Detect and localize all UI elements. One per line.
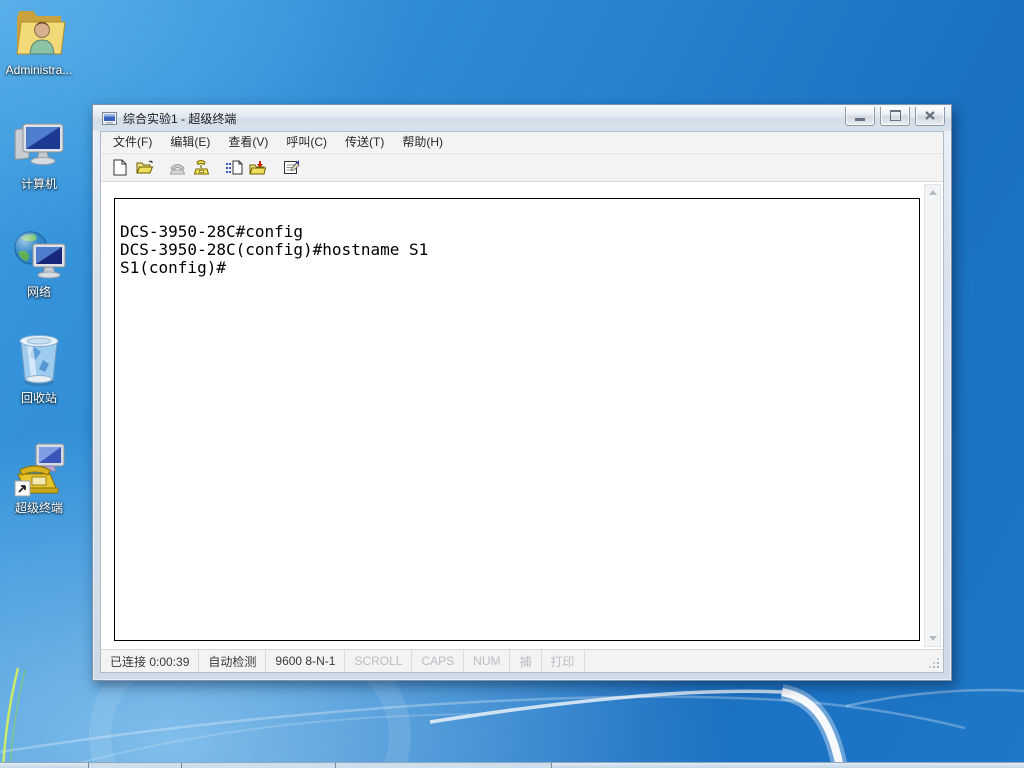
menu-help[interactable]: 帮助(H) bbox=[393, 132, 452, 153]
terminal-line: DCS-3950-28C(config)#hostname S1 bbox=[120, 240, 429, 259]
properties-button[interactable] bbox=[279, 156, 303, 179]
taskbar[interactable] bbox=[0, 762, 1024, 768]
window-title: 综合实验1 - 超级终端 bbox=[123, 111, 237, 126]
desktop: Administra... 计算机 网络 回收站 超级终端 综合实验1 - 超级… bbox=[0, 0, 1024, 768]
terminal-screen[interactable]: DCS-3950-28C#config DCS-3950-28C(config)… bbox=[114, 198, 920, 641]
taskbar-item[interactable] bbox=[88, 763, 182, 768]
disconnect-button[interactable] bbox=[189, 156, 213, 179]
desktop-icon-network[interactable]: 网络 bbox=[0, 226, 78, 299]
desktop-icon-label: 回收站 bbox=[20, 391, 57, 405]
terminal-line: S1(config)# bbox=[120, 258, 226, 277]
status-detection: 自动检测 bbox=[199, 650, 267, 672]
desktop-icon-recycle-bin[interactable]: 回收站 bbox=[0, 330, 78, 405]
maximize-button[interactable] bbox=[880, 106, 910, 126]
menu-transfer[interactable]: 传送(T) bbox=[336, 132, 393, 153]
window-client-area: 文件(F) 编辑(E) 查看(V) 呼叫(C) 传送(T) 帮助(H) DCS-… bbox=[100, 131, 944, 673]
user-folder-icon bbox=[16, 11, 66, 55]
send-button[interactable] bbox=[222, 156, 246, 179]
maximize-icon bbox=[889, 110, 901, 121]
status-num: NUM bbox=[464, 650, 511, 672]
status-scroll: SCROLL bbox=[345, 650, 413, 672]
minimize-icon bbox=[855, 117, 865, 121]
desktop-icon-label: Administra... bbox=[5, 63, 73, 77]
new-connection-button[interactable] bbox=[108, 156, 132, 179]
scroll-up-button[interactable] bbox=[925, 185, 940, 200]
terminal-view: DCS-3950-28C#config DCS-3950-28C(config)… bbox=[101, 182, 943, 649]
receive-button[interactable] bbox=[246, 156, 270, 179]
app-icon bbox=[102, 111, 117, 125]
menu-call[interactable]: 呼叫(C) bbox=[277, 132, 336, 153]
arrow-down-icon bbox=[928, 636, 937, 641]
new-file-icon bbox=[113, 159, 127, 176]
network-icon bbox=[14, 231, 66, 279]
call-icon bbox=[169, 163, 185, 174]
hyperterminal-icon bbox=[14, 443, 65, 497]
vertical-scrollbar[interactable] bbox=[924, 184, 941, 647]
send-file-icon bbox=[226, 160, 243, 175]
menu-view[interactable]: 查看(V) bbox=[219, 132, 277, 153]
taskbar-item[interactable] bbox=[181, 763, 336, 768]
computer-icon bbox=[14, 123, 64, 165]
menu-bar: 文件(F) 编辑(E) 查看(V) 呼叫(C) 传送(T) 帮助(H) bbox=[101, 132, 943, 154]
title-bar[interactable]: 综合实验1 - 超级终端 bbox=[93, 105, 951, 131]
recycle-bin-icon bbox=[19, 335, 59, 386]
disconnect-icon bbox=[193, 160, 209, 175]
hyperterminal-window: 综合实验1 - 超级终端 文件(F) 编辑(E) 查看(V) 呼叫(C) 传送(… bbox=[92, 104, 952, 681]
desktop-icon-label: 计算机 bbox=[20, 177, 57, 191]
resize-grip-icon[interactable] bbox=[937, 666, 939, 668]
desktop-icon-administrator[interactable]: Administra... bbox=[0, 4, 78, 77]
open-button[interactable] bbox=[132, 156, 156, 179]
status-settings: 9600 8-N-1 bbox=[266, 650, 346, 672]
minimize-button[interactable] bbox=[845, 106, 875, 126]
desktop-icon-hyperterminal[interactable]: 超级终端 bbox=[0, 440, 78, 515]
terminal-line: DCS-3950-28C#config bbox=[120, 222, 304, 241]
open-icon bbox=[135, 160, 153, 174]
status-capture: 捕 bbox=[510, 650, 542, 672]
status-print: 打印 bbox=[542, 650, 585, 672]
desktop-icon-computer[interactable]: 计算机 bbox=[0, 118, 78, 191]
close-button[interactable] bbox=[915, 106, 945, 126]
status-connection: 已连接 0:00:39 bbox=[101, 650, 200, 672]
taskbar-item[interactable] bbox=[335, 763, 552, 768]
properties-icon bbox=[283, 160, 300, 174]
close-icon bbox=[925, 111, 935, 120]
scroll-down-button[interactable] bbox=[925, 631, 940, 646]
receive-file-icon bbox=[249, 161, 267, 175]
desktop-icon-label: 网络 bbox=[26, 285, 51, 299]
menu-file[interactable]: 文件(F) bbox=[104, 132, 161, 153]
status-caps: CAPS bbox=[412, 650, 465, 672]
menu-edit[interactable]: 编辑(E) bbox=[161, 132, 219, 153]
arrow-up-icon bbox=[928, 190, 937, 195]
call-button bbox=[165, 156, 189, 179]
desktop-icon-label: 超级终端 bbox=[14, 501, 63, 515]
status-bar: 已连接 0:00:39 自动检测 9600 8-N-1 SCROLL CAPS … bbox=[101, 649, 943, 672]
toolbar bbox=[101, 154, 943, 182]
